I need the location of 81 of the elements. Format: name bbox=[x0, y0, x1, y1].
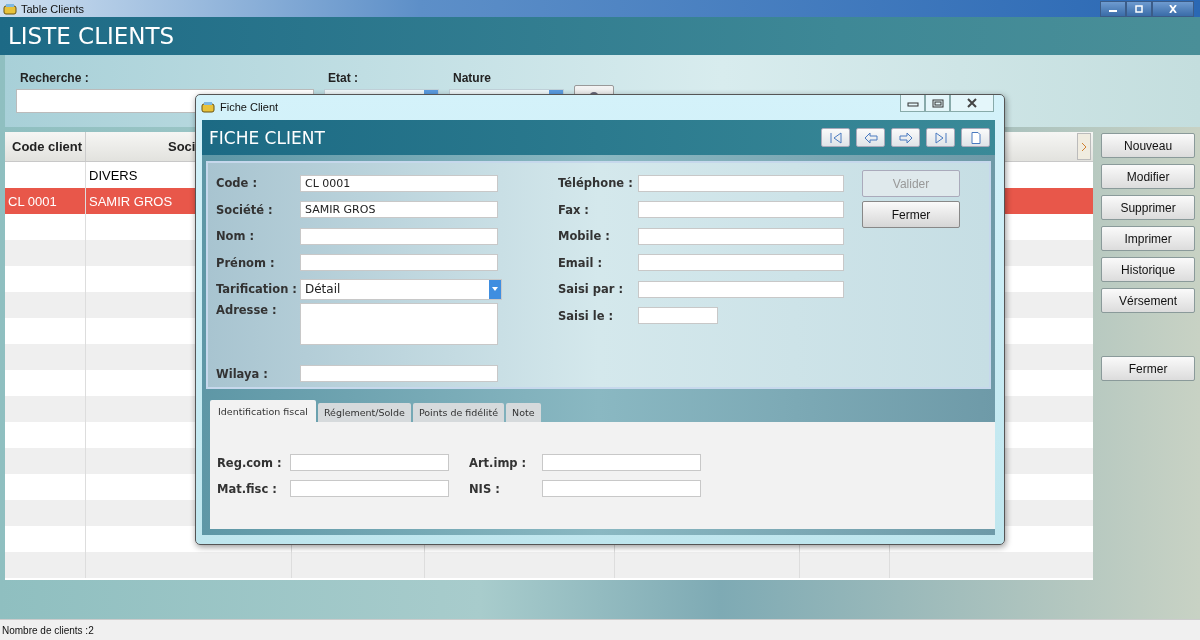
tab[interactable]: Note bbox=[506, 403, 541, 422]
field-label: Wilaya : bbox=[215, 366, 269, 381]
chevron-right-icon bbox=[1081, 141, 1088, 152]
field-label: Email : bbox=[557, 255, 604, 270]
close-button[interactable]: Fermer bbox=[1101, 356, 1195, 381]
restore-icon bbox=[931, 98, 944, 108]
navigation-button[interactable] bbox=[821, 128, 850, 147]
column-header[interactable]: Code client bbox=[5, 132, 86, 161]
input-field[interactable]: SAMIR GROS bbox=[300, 201, 498, 219]
filter-label: Nature bbox=[452, 71, 492, 85]
app-icon bbox=[201, 101, 215, 113]
action-button[interactable]: Modifier bbox=[1101, 164, 1195, 189]
form-button[interactable]: Fermer bbox=[862, 201, 960, 228]
navigation-button[interactable] bbox=[891, 128, 920, 147]
field-label: Saisi par : bbox=[557, 282, 625, 297]
minimize-icon bbox=[906, 99, 919, 107]
skip-end-icon bbox=[932, 131, 949, 144]
maximize-button[interactable] bbox=[925, 95, 950, 112]
navigation-button[interactable] bbox=[856, 128, 885, 147]
maximize-icon bbox=[1134, 4, 1144, 13]
input-field[interactable] bbox=[300, 227, 498, 245]
input-field[interactable] bbox=[638, 254, 844, 272]
field-label: Prénom : bbox=[215, 255, 276, 270]
filter-label: Etat : bbox=[327, 71, 359, 85]
action-button[interactable]: Historique bbox=[1101, 257, 1195, 282]
input-field[interactable] bbox=[542, 454, 701, 471]
input-field[interactable] bbox=[290, 480, 449, 497]
input-field[interactable] bbox=[638, 307, 718, 325]
close-icon bbox=[1168, 4, 1178, 13]
field-label: Société : bbox=[215, 202, 274, 217]
action-button[interactable]: Vérsement bbox=[1101, 288, 1195, 313]
status-text: Nombre de clients :2 bbox=[2, 624, 94, 636]
field-label: Mobile : bbox=[557, 229, 611, 244]
arrow-right-icon bbox=[897, 131, 914, 144]
input-field[interactable] bbox=[290, 454, 449, 471]
action-button[interactable]: Nouveau bbox=[1101, 133, 1195, 158]
tab[interactable]: Réglement/Solde bbox=[317, 403, 411, 422]
navigation-button[interactable] bbox=[926, 128, 955, 147]
close-button[interactable] bbox=[950, 95, 994, 112]
input-field[interactable] bbox=[300, 254, 498, 272]
app-icon bbox=[3, 2, 17, 15]
input-field[interactable] bbox=[300, 365, 498, 383]
field-label: NIS : bbox=[469, 481, 501, 496]
input-field[interactable]: CL 0001 bbox=[300, 174, 498, 192]
field-label: Tarification : bbox=[215, 282, 298, 297]
text-area[interactable] bbox=[300, 302, 498, 345]
dropdown[interactable]: Détail bbox=[300, 278, 502, 300]
table-cell: DIVERS bbox=[89, 167, 138, 183]
field-label: Mat.fisc : bbox=[217, 481, 278, 496]
table-cell: CL 0001 bbox=[8, 193, 57, 209]
skip-start-icon bbox=[827, 131, 844, 144]
table-cell: SAMIR GROS bbox=[89, 193, 173, 209]
field-label: Code : bbox=[215, 176, 258, 191]
field-label: Nom : bbox=[215, 229, 256, 244]
input-field[interactable] bbox=[542, 480, 701, 497]
action-button[interactable]: Supprimer bbox=[1101, 195, 1195, 220]
input-field[interactable] bbox=[638, 227, 844, 245]
field-label: Fax : bbox=[557, 202, 590, 217]
field-label: Saisi le : bbox=[557, 308, 615, 323]
minimize-button[interactable] bbox=[1100, 0, 1126, 17]
dialog-title: Fiche Client bbox=[220, 101, 279, 113]
maximize-button[interactable] bbox=[1126, 0, 1152, 17]
arrow-left-icon bbox=[862, 131, 879, 144]
action-button[interactable]: Imprimer bbox=[1101, 226, 1195, 251]
input-field[interactable] bbox=[638, 174, 844, 192]
field-label: Reg.com : bbox=[217, 455, 283, 470]
dropdown-arrow-icon bbox=[492, 287, 498, 292]
field-label: Téléphone : bbox=[557, 176, 634, 191]
field-label: Adresse : bbox=[215, 302, 278, 317]
field-label: Art.imp : bbox=[469, 455, 528, 470]
tab[interactable]: Identification fiscal bbox=[210, 400, 316, 422]
filter-label: Recherche : bbox=[19, 71, 90, 85]
input-field[interactable] bbox=[638, 201, 844, 219]
input-field[interactable] bbox=[638, 280, 844, 298]
close-icon bbox=[966, 98, 978, 108]
scroll-right-button[interactable] bbox=[1077, 133, 1092, 160]
page-heading: LISTE CLIENTS bbox=[8, 23, 175, 49]
new-record-button[interactable] bbox=[961, 128, 990, 147]
window-title: Table Clients bbox=[21, 2, 84, 15]
close-button[interactable] bbox=[1152, 0, 1194, 17]
tab[interactable]: Points de fidélité bbox=[412, 403, 505, 422]
